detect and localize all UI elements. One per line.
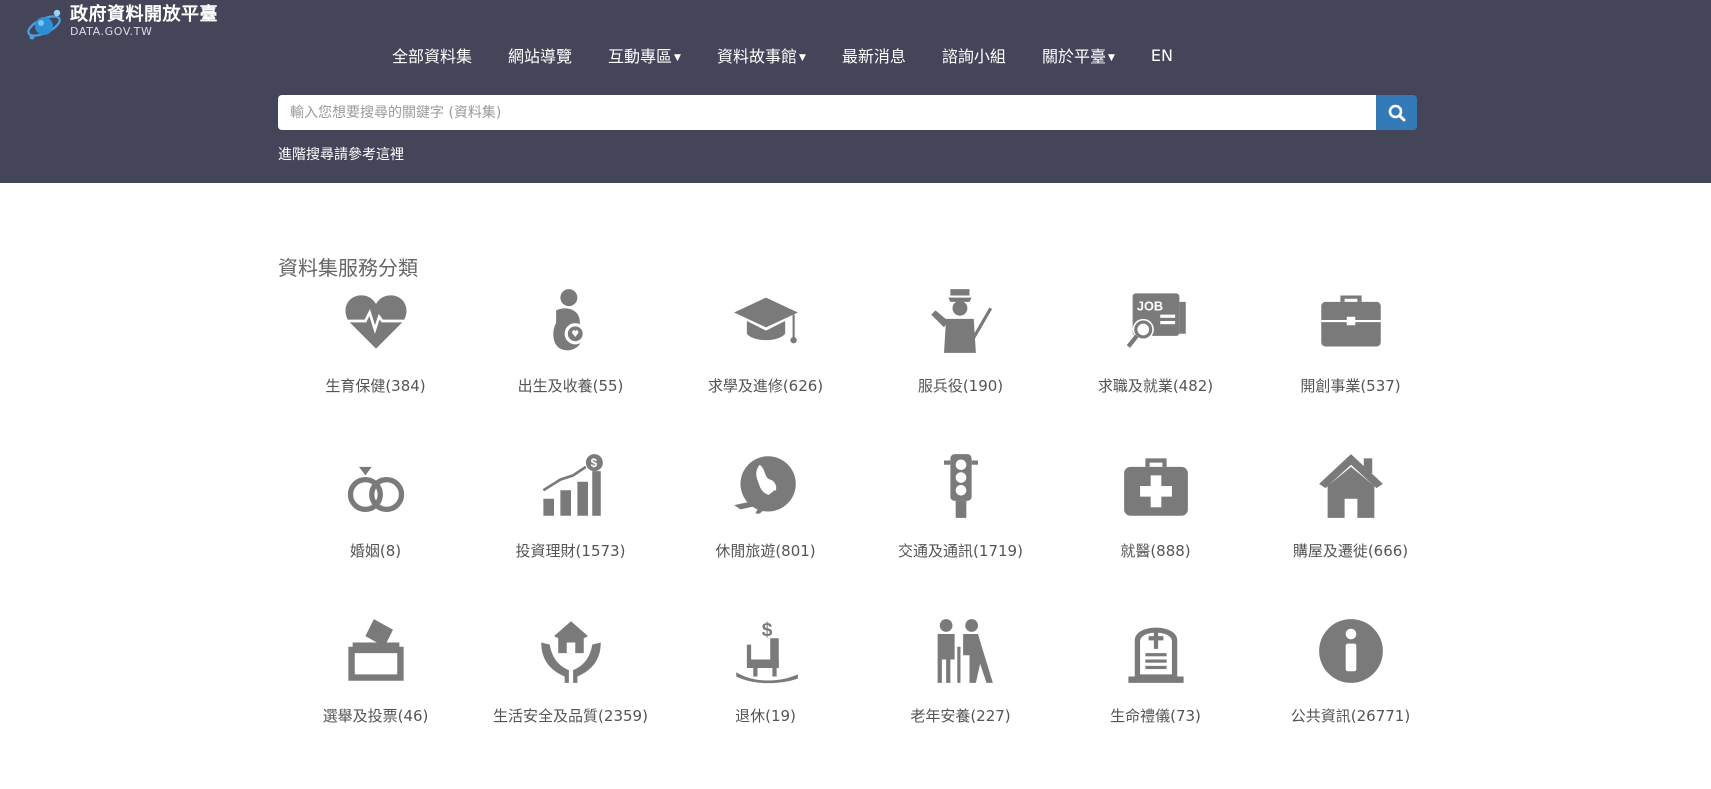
heart-pulse-icon [340, 285, 412, 357]
category-label: 選舉及投票(46) [322, 707, 429, 725]
investment-chart-icon: $ [535, 450, 607, 522]
category-item[interactable]: 選舉及投票(46) [278, 615, 473, 780]
nav-all-datasets[interactable]: 全部資料集 [392, 43, 472, 67]
caret-down-icon: ▼ [798, 52, 806, 63]
category-item[interactable]: 老年安養(227) [863, 615, 1058, 780]
svg-text:$: $ [761, 620, 772, 641]
globe-logo-icon [27, 9, 61, 40]
job-search-icon: JOB [1120, 285, 1192, 357]
nav-news[interactable]: 最新消息 [842, 43, 906, 67]
globe-plane-icon [730, 450, 802, 522]
nav-site-map[interactable]: 網站導覽 [508, 43, 572, 67]
main-nav: 全部資料集 網站導覽 互動專區 ▼ 資料故事館 ▼ 最新消息 諮詢小組 關於平臺 ▼ … [374, 40, 1191, 70]
category-label: 服兵役(190) [917, 377, 1004, 395]
category-label: 退休(19) [735, 707, 796, 725]
category-label: 休閒旅遊(801) [715, 542, 816, 560]
rocking-chair-icon: $ [730, 615, 802, 687]
medical-kit-icon [1120, 450, 1192, 522]
ballot-box-icon [340, 615, 412, 687]
category-item[interactable]: $ 退休(19) [668, 615, 863, 780]
search-button[interactable] [1376, 95, 1417, 130]
caret-down-icon: ▼ [1107, 52, 1115, 63]
category-label: 出生及收養(55) [517, 377, 624, 395]
category-label: 就醫(888) [1120, 542, 1191, 560]
category-item[interactable]: 求學及進修(626) [668, 285, 863, 450]
category-item[interactable]: 休閒旅遊(801) [668, 450, 863, 615]
nav-advisory-group[interactable]: 諮詢小組 [942, 43, 1006, 67]
elderly-couple-icon [925, 615, 997, 687]
soldier-icon [925, 285, 997, 357]
category-label: 投資理財(1573) [515, 542, 626, 560]
search-bar [278, 95, 1417, 130]
category-item[interactable]: JOB 求職及就業(482) [1058, 285, 1253, 450]
category-label: 老年安養(227) [910, 707, 1011, 725]
category-item[interactable]: 交通及通訊(1719) [863, 450, 1058, 615]
rings-icon [340, 450, 412, 522]
category-label: 公共資訊(26771) [1290, 707, 1411, 725]
category-item[interactable]: 出生及收養(55) [473, 285, 668, 450]
nav-data-stories[interactable]: 資料故事館 ▼ [717, 43, 806, 67]
category-item[interactable]: 生命禮儀(73) [1058, 615, 1253, 780]
nav-interactive[interactable]: 互動專區 ▼ [608, 43, 681, 67]
category-grid: 生育保健(384) 出生及收養(55) 求學及進修(626) 服兵役(190) … [278, 285, 1418, 780]
nav-language-en[interactable]: EN [1151, 46, 1173, 65]
category-label: 婚姻(8) [349, 542, 402, 560]
hands-house-icon [535, 615, 607, 687]
brand-subtitle: DATA.GOV.TW [70, 25, 153, 38]
svg-text:JOB: JOB [1136, 298, 1162, 313]
category-item[interactable]: 就醫(888) [1058, 450, 1253, 615]
section-title: 資料集服務分類 [278, 256, 418, 280]
briefcase-icon [1315, 285, 1387, 357]
category-item[interactable]: 公共資訊(26771) [1253, 615, 1448, 780]
category-label: 交通及通訊(1719) [898, 542, 1023, 560]
site-header: 政府資料開放平臺 DATA.GOV.TW 全部資料集 網站導覽 互動專區 ▼ 資料… [0, 0, 1711, 183]
search-icon [1388, 104, 1405, 121]
site-logo[interactable]: 政府資料開放平臺 DATA.GOV.TW [24, 4, 218, 44]
category-item[interactable]: 服兵役(190) [863, 285, 1058, 450]
category-item[interactable]: 購屋及遷徙(666) [1253, 450, 1448, 615]
category-item[interactable]: 婚姻(8) [278, 450, 473, 615]
category-item[interactable]: $ 投資理財(1573) [473, 450, 668, 615]
category-item[interactable]: 生育保健(384) [278, 285, 473, 450]
category-label: 求職及就業(482) [1097, 377, 1214, 395]
category-label: 開創事業(537) [1300, 377, 1401, 395]
graduation-cap-icon [730, 285, 802, 357]
svg-text:$: $ [590, 457, 597, 470]
brand-title: 政府資料開放平臺 [70, 4, 218, 25]
traffic-light-icon [925, 450, 997, 522]
caret-down-icon: ▼ [674, 52, 681, 63]
category-item[interactable]: 生活安全及品質(2359) [473, 615, 668, 780]
category-label: 購屋及遷徙(666) [1292, 542, 1409, 560]
category-item[interactable]: 開創事業(537) [1253, 285, 1448, 450]
nav-about[interactable]: 關於平臺 ▼ [1042, 43, 1115, 67]
category-label: 生育保健(384) [325, 377, 426, 395]
advanced-search-link[interactable]: 進階搜尋請參考這裡 [278, 144, 404, 164]
parent-baby-icon [535, 285, 607, 357]
search-input[interactable] [278, 95, 1376, 130]
category-label: 生活安全及品質(2359) [493, 707, 648, 725]
info-icon [1315, 615, 1387, 687]
category-label: 求學及進修(626) [707, 377, 824, 395]
house-icon [1315, 450, 1387, 522]
category-label: 生命禮儀(73) [1110, 707, 1201, 725]
tombstone-icon [1120, 615, 1192, 687]
